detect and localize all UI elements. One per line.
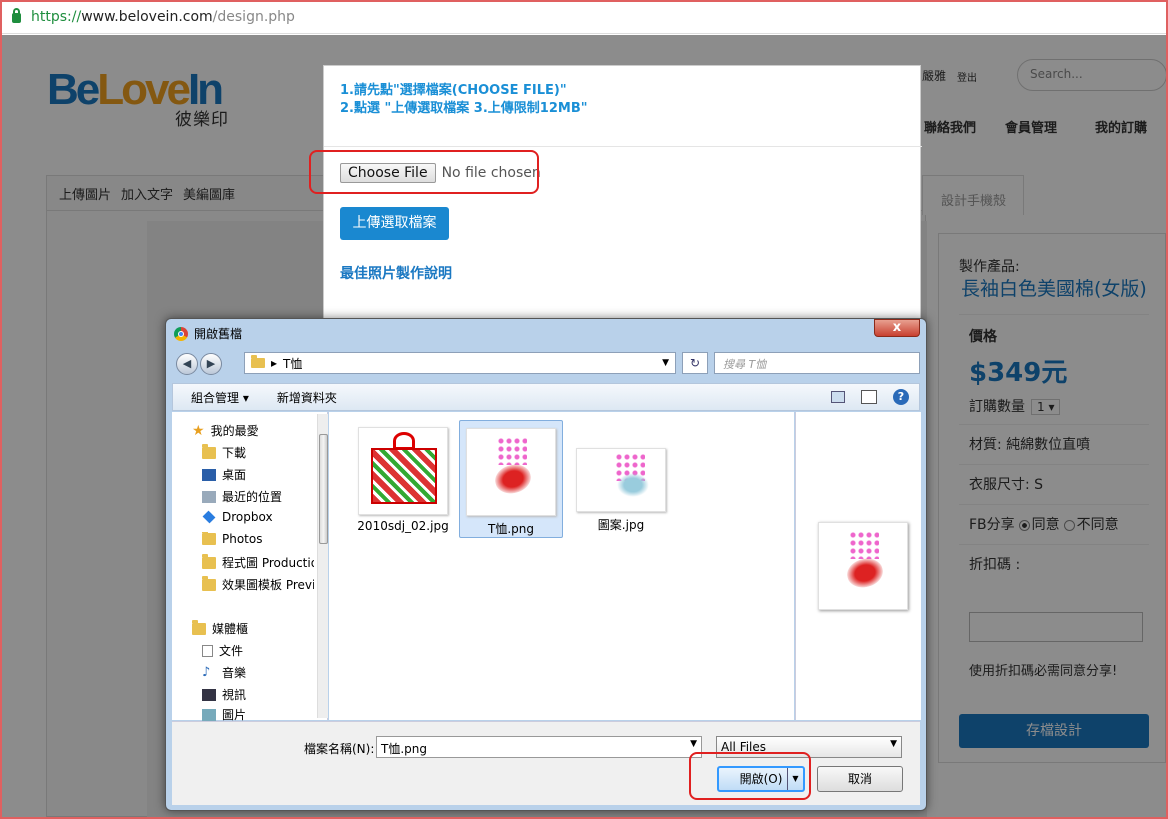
open-file-dialog: 開啟舊檔 x ◀ ▶ ▸ T恤 ▼ ↻ 搜尋 T恤 組合管理 ▾ 新增資料夾 ? ★… xyxy=(165,318,927,811)
video-icon xyxy=(202,688,216,701)
file-thumbnail xyxy=(358,427,448,515)
document-icon xyxy=(202,644,213,657)
url-protocol: https:// xyxy=(31,8,82,25)
file-list: 2010sdj_02.jpg T恤.png 圖案.jpg xyxy=(329,412,794,720)
preview-image xyxy=(818,522,908,610)
address-row: ◀ ▶ ▸ T恤 ▼ ↻ 搜尋 T恤 xyxy=(174,351,920,377)
dialog-close-button[interactable]: x xyxy=(874,319,920,337)
nav-downloads[interactable]: 下載 xyxy=(202,444,314,461)
preview-pane-icon[interactable] xyxy=(861,390,877,404)
folder-icon xyxy=(202,532,216,545)
chevron-down-icon: ▼ xyxy=(890,739,897,749)
dropbox-icon xyxy=(202,510,216,524)
nav-photos[interactable]: Photos xyxy=(202,532,314,546)
nav-libraries[interactable]: 媒體櫃 xyxy=(192,620,248,637)
url-path: /design.php xyxy=(212,8,295,25)
pictures-icon xyxy=(202,708,216,721)
view-options-icon[interactable] xyxy=(831,391,845,403)
file-item[interactable]: T恤.png xyxy=(459,420,563,538)
new-folder-button[interactable]: 新增資料夾 xyxy=(277,389,337,406)
file-item[interactable]: 2010sdj_02.jpg xyxy=(351,420,455,538)
chrome-icon xyxy=(174,326,188,341)
highlight-open-button xyxy=(689,752,811,800)
nav-music[interactable]: ♪ 音樂 xyxy=(202,664,246,681)
nav-documents[interactable]: 文件 xyxy=(202,642,243,659)
path-dropdown-icon[interactable]: ▼ xyxy=(662,358,669,368)
chevron-down-icon: ▼ xyxy=(690,739,697,749)
folder-icon xyxy=(202,444,216,459)
upload-instructions: 1.請先點"選擇檔案(CHOOSE FILE)" 2.點選 "上傳選取檔案 3.… xyxy=(340,83,588,116)
nav-recent[interactable]: 最近的位置 xyxy=(202,488,314,505)
scroll-thumb[interactable] xyxy=(319,434,328,544)
nav-desktop[interactable]: 桌面 xyxy=(202,466,314,483)
music-icon: ♪ xyxy=(202,664,211,680)
best-photo-link[interactable]: 最佳照片製作說明 xyxy=(340,263,452,283)
nav-favorites[interactable]: ★ 我的最愛 xyxy=(192,422,259,439)
nav-videos[interactable]: 視訊 xyxy=(202,686,246,703)
dialog-toolbar: 組合管理 ▾ 新增資料夾 ? xyxy=(172,383,920,411)
upload-modal: 1.請先點"選擇檔案(CHOOSE FILE)" 2.點選 "上傳選取檔案 3.… xyxy=(323,65,922,325)
star-icon: ★ xyxy=(192,422,205,439)
file-thumbnail xyxy=(466,428,556,516)
forward-icon[interactable]: ▶ xyxy=(200,353,222,375)
desktop-icon xyxy=(202,468,216,481)
nav-preview[interactable]: 效果圖模板 Preview xyxy=(202,576,314,593)
filename-input[interactable]: T恤.png ▼ xyxy=(376,736,702,758)
folder-icon xyxy=(202,576,216,591)
folder-icon xyxy=(202,554,216,569)
nav-scrollbar[interactable] xyxy=(317,414,328,718)
libraries-icon xyxy=(192,620,206,635)
file-item[interactable]: 圖案.jpg xyxy=(569,420,673,538)
preview-pane xyxy=(795,412,921,720)
file-thumbnail xyxy=(576,448,666,512)
dialog-title: 開啟舊檔 xyxy=(174,325,242,342)
highlight-choose-file xyxy=(309,150,539,194)
lock-icon xyxy=(12,7,21,23)
dialog-search-input[interactable]: 搜尋 T恤 xyxy=(714,352,920,374)
help-icon[interactable]: ? xyxy=(893,389,909,405)
url-host: www.belovein.com xyxy=(81,8,213,25)
navigation-pane: ★ 我的最愛 下載 桌面 最近的位置 Dropbox Photos 程式圖 Pro… xyxy=(172,412,328,722)
organize-menu[interactable]: 組合管理 ▾ xyxy=(191,389,249,406)
filename-label: 檔案名稱(N): xyxy=(304,742,375,756)
upload-button[interactable]: 上傳選取檔案 xyxy=(340,207,449,240)
path-bar[interactable]: ▸ T恤 ▼ xyxy=(244,352,676,374)
back-icon[interactable]: ◀ xyxy=(176,353,198,375)
folder-icon xyxy=(251,355,265,368)
browser-address-bar[interactable]: https://www.belovein.com/design.php xyxy=(0,0,1168,34)
refresh-icon[interactable]: ↻ xyxy=(682,352,708,374)
cancel-button[interactable]: 取消 xyxy=(817,766,903,792)
nav-dropbox[interactable]: Dropbox xyxy=(202,510,314,524)
recent-places-icon xyxy=(202,490,216,503)
nav-production[interactable]: 程式圖 Production xyxy=(202,554,314,571)
